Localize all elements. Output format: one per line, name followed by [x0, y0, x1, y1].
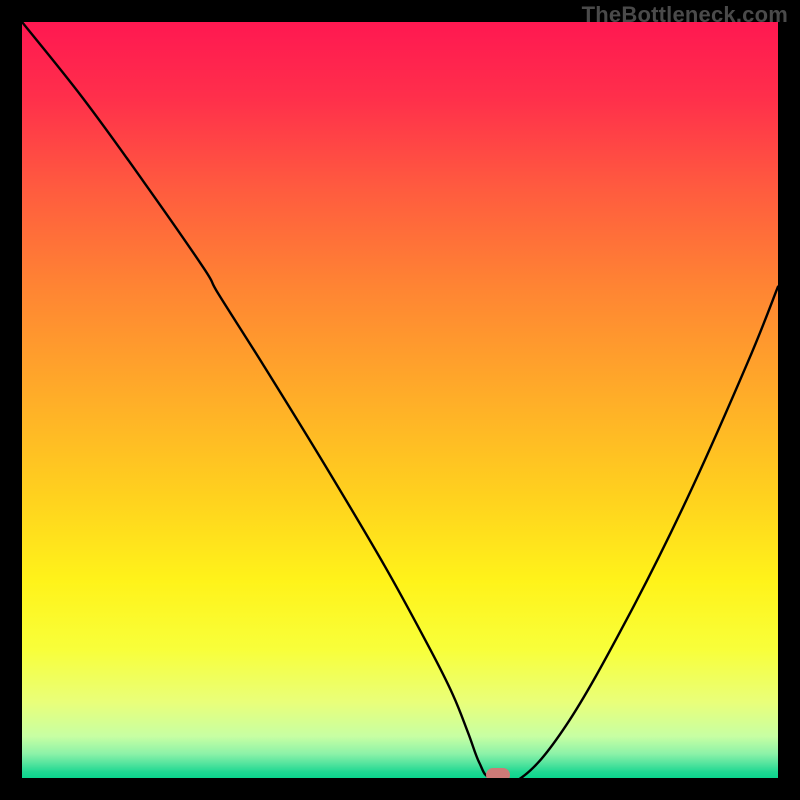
chart-plot-area	[22, 22, 778, 778]
chart-svg	[22, 22, 778, 778]
optimal-point-marker	[486, 768, 510, 778]
gradient-background	[22, 22, 778, 778]
watermark-text: TheBottleneck.com	[582, 2, 788, 28]
